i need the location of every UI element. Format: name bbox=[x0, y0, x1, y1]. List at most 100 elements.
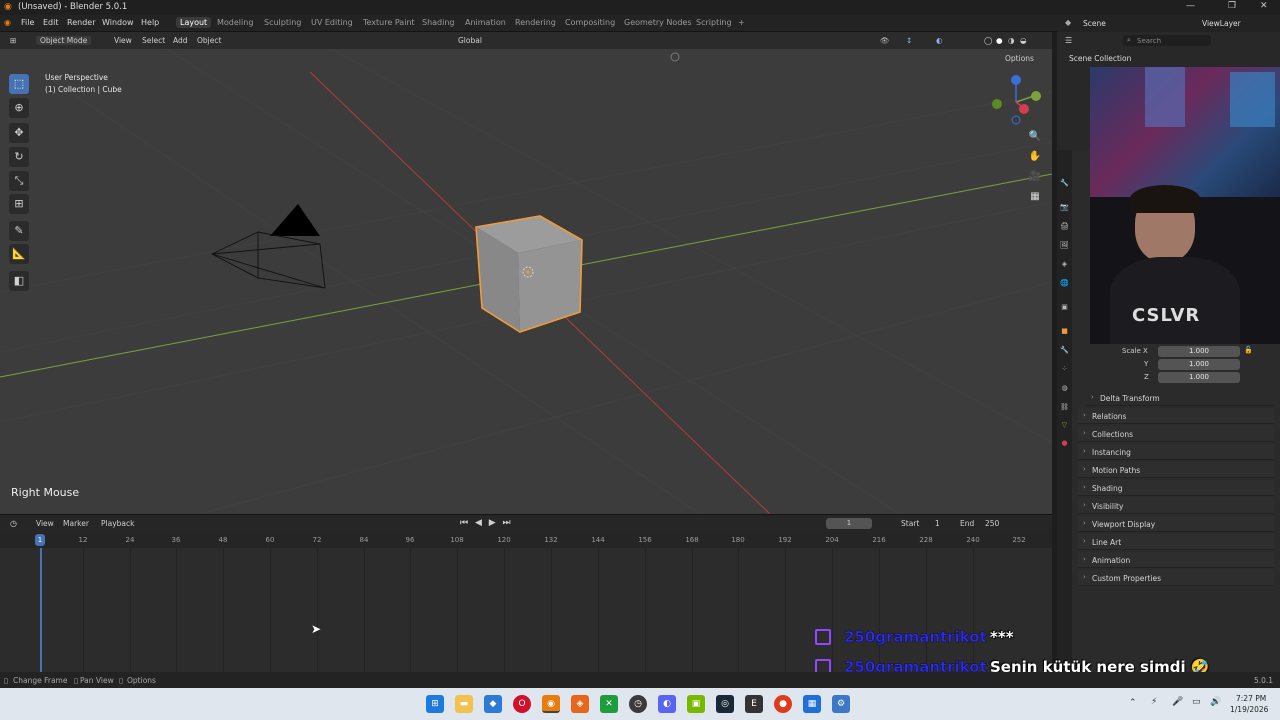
collection-tab-icon[interactable]: ▣ bbox=[1059, 302, 1070, 313]
timeline-area[interactable] bbox=[0, 532, 1052, 672]
menu-edit[interactable]: Edit bbox=[43, 18, 59, 27]
shading-material-icon[interactable]: ◑ bbox=[1008, 36, 1015, 45]
visibility-icon[interactable]: 👁 bbox=[880, 36, 890, 45]
chevron-up-icon[interactable]: ⌃ bbox=[1129, 698, 1137, 708]
material-tab-icon[interactable]: ● bbox=[1059, 438, 1070, 449]
timeline-menu-marker[interactable]: Marker bbox=[63, 519, 89, 528]
panel-custom-properties[interactable]: › Custom Properties bbox=[1078, 570, 1274, 586]
modifier-tab-icon[interactable]: 🔧 bbox=[1059, 345, 1070, 356]
timeline-menu-view[interactable]: View bbox=[36, 519, 54, 528]
panel-motion-paths[interactable]: › Motion Paths bbox=[1078, 462, 1274, 478]
move-tool-icon[interactable]: ✥ bbox=[9, 123, 29, 143]
timeline-editor-icon[interactable]: ◷ bbox=[10, 519, 17, 528]
render-tab-icon[interactable]: 📷 bbox=[1059, 202, 1070, 213]
workspace-tab-animation[interactable]: Animation bbox=[465, 18, 506, 27]
constraints-tab-icon[interactable]: ⛓ bbox=[1059, 402, 1070, 413]
workspace-tab-geometry-nodes[interactable]: Geometry Nodes bbox=[624, 18, 691, 27]
menu-help[interactable]: Help bbox=[141, 18, 159, 27]
scene-tab-icon[interactable]: ◈ bbox=[1059, 259, 1070, 270]
volume-icon[interactable]: 🔊 bbox=[1210, 697, 1221, 707]
zoom-icon[interactable]: 🔍 bbox=[1027, 129, 1043, 145]
particles-tab-icon[interactable]: ⁘ bbox=[1059, 364, 1070, 375]
gizmo-toggle-icon[interactable]: ↕ bbox=[906, 36, 912, 45]
maximize-button[interactable]: ❐ bbox=[1228, 1, 1236, 11]
select-tool-icon[interactable]: ⬚ bbox=[9, 74, 29, 94]
camera-view-icon[interactable]: 🎥 bbox=[1027, 169, 1043, 185]
lock-icon[interactable]: 🔓 bbox=[1244, 346, 1253, 354]
origin-icon[interactable]: ● bbox=[774, 695, 792, 713]
scale-y-field[interactable]: 1.000 bbox=[1158, 359, 1240, 370]
shading-solid-icon[interactable]: ● bbox=[996, 36, 1003, 45]
mode-selector[interactable]: Object Mode bbox=[36, 36, 92, 45]
opera-icon[interactable]: O bbox=[513, 695, 531, 713]
xbox-icon[interactable]: ✕ bbox=[600, 695, 618, 713]
start-icon[interactable]: ⊞ bbox=[426, 695, 444, 713]
data-tab-icon[interactable]: ▽ bbox=[1059, 420, 1070, 431]
workspace-tab-texture-paint[interactable]: Texture Paint bbox=[363, 18, 415, 27]
cube-object[interactable] bbox=[475, 215, 583, 333]
outliner-search-field[interactable]: ⌕ Search bbox=[1123, 35, 1211, 46]
file-explorer-icon[interactable]: ▬ bbox=[455, 695, 473, 713]
outliner-editor-icon[interactable]: ☰ bbox=[1065, 36, 1072, 45]
transform-tool-icon[interactable]: ⊞ bbox=[9, 194, 29, 214]
options-button[interactable]: Options bbox=[1005, 54, 1034, 63]
tool-tab-icon[interactable]: 🔧 bbox=[1059, 178, 1070, 189]
app-icon[interactable]: ▦ bbox=[803, 695, 821, 713]
3d-viewport[interactable]: User Perspective (1) Collection | Cube R… bbox=[0, 32, 1052, 514]
scene-selector[interactable]: Scene bbox=[1083, 19, 1106, 28]
scale-x-field[interactable]: 1.000 bbox=[1158, 346, 1240, 357]
menu-render[interactable]: Render bbox=[67, 18, 95, 27]
minimize-button[interactable]: — bbox=[1186, 1, 1195, 11]
panel-animation[interactable]: › Animation bbox=[1078, 552, 1274, 568]
network-icon[interactable]: ▭ bbox=[1192, 697, 1201, 707]
steam-icon[interactable]: ◎ bbox=[716, 695, 734, 713]
workspace-tab-rendering[interactable]: Rendering bbox=[515, 18, 556, 27]
workspace-tab-modeling[interactable]: Modeling bbox=[217, 18, 253, 27]
panel-line-art[interactable]: › Line Art bbox=[1078, 534, 1274, 550]
view-layer-tab-icon[interactable]: 🖼 bbox=[1059, 240, 1070, 251]
usb-icon[interactable]: ⚡ bbox=[1151, 697, 1157, 707]
clock-time[interactable]: 7:27 PM bbox=[1236, 694, 1266, 703]
microphone-icon[interactable]: 🎤 bbox=[1172, 697, 1183, 707]
cursor-tool-icon[interactable]: ⊕ bbox=[9, 98, 29, 118]
menu-object[interactable]: Object bbox=[197, 36, 221, 45]
panel-instancing[interactable]: › Instancing bbox=[1078, 444, 1274, 460]
panel-relations[interactable]: › Relations bbox=[1078, 408, 1274, 424]
shading-wire-icon[interactable]: ◯ bbox=[984, 36, 992, 45]
blender-menu-icon[interactable]: ◉ bbox=[4, 18, 11, 27]
workspace-tab-sculpting[interactable]: Sculpting bbox=[264, 18, 301, 27]
timeline-menu-playback[interactable]: Playback bbox=[101, 519, 134, 528]
workspace-tab-uv-editing[interactable]: UV Editing bbox=[311, 18, 353, 27]
world-tab-icon[interactable]: 🌐 bbox=[1059, 278, 1070, 289]
clock-date[interactable]: 1/19/2026 bbox=[1230, 705, 1268, 714]
shading-rendered-icon[interactable]: ◒ bbox=[1020, 36, 1027, 45]
app-icon[interactable]: ◈ bbox=[571, 695, 589, 713]
workspace-tab-scripting[interactable]: Scripting bbox=[696, 18, 732, 27]
overlay-toggle-icon[interactable]: ◐ bbox=[936, 36, 943, 45]
frame-ruler[interactable]: 1 12 24 36 48 60 72 84 96 108 120 132 14… bbox=[0, 532, 1052, 548]
add-cube-tool-icon[interactable]: ◧ bbox=[9, 271, 29, 291]
panel-collections[interactable]: › Collections bbox=[1078, 426, 1274, 442]
add-workspace-button[interactable]: + bbox=[738, 18, 745, 27]
object-tab-icon[interactable]: ■ bbox=[1059, 326, 1070, 337]
workspace-tab-layout[interactable]: Layout bbox=[176, 17, 212, 28]
physics-tab-icon[interactable]: ◍ bbox=[1059, 383, 1070, 394]
menu-add[interactable]: Add bbox=[173, 36, 188, 45]
menu-select[interactable]: Select bbox=[142, 36, 165, 45]
playback-controls[interactable]: ⏮ ◀ ▶ ⏭ bbox=[460, 518, 513, 528]
panel-shading[interactable]: › Shading bbox=[1078, 480, 1274, 496]
scale-z-field[interactable]: 1.000 bbox=[1158, 372, 1240, 383]
menu-view[interactable]: View bbox=[114, 36, 132, 45]
grid-view-icon[interactable]: ▦ bbox=[1027, 189, 1043, 205]
menu-window[interactable]: Window bbox=[102, 18, 134, 27]
end-field[interactable]: 250 bbox=[985, 519, 999, 528]
clock-app-icon[interactable]: ◷ bbox=[629, 695, 647, 713]
editor-type-icon[interactable]: ⊞ bbox=[10, 36, 16, 45]
epic-games-icon[interactable]: E bbox=[745, 695, 763, 713]
discord-icon[interactable]: ◐ bbox=[658, 695, 676, 713]
measure-tool-icon[interactable]: 📐 bbox=[9, 244, 29, 264]
scene-collection-label[interactable]: Scene Collection bbox=[1069, 54, 1131, 63]
current-frame-field[interactable]: 1 bbox=[826, 518, 872, 529]
settings-icon[interactable]: ⚙ bbox=[832, 695, 850, 713]
workspace-tab-compositing[interactable]: Compositing bbox=[565, 18, 615, 27]
